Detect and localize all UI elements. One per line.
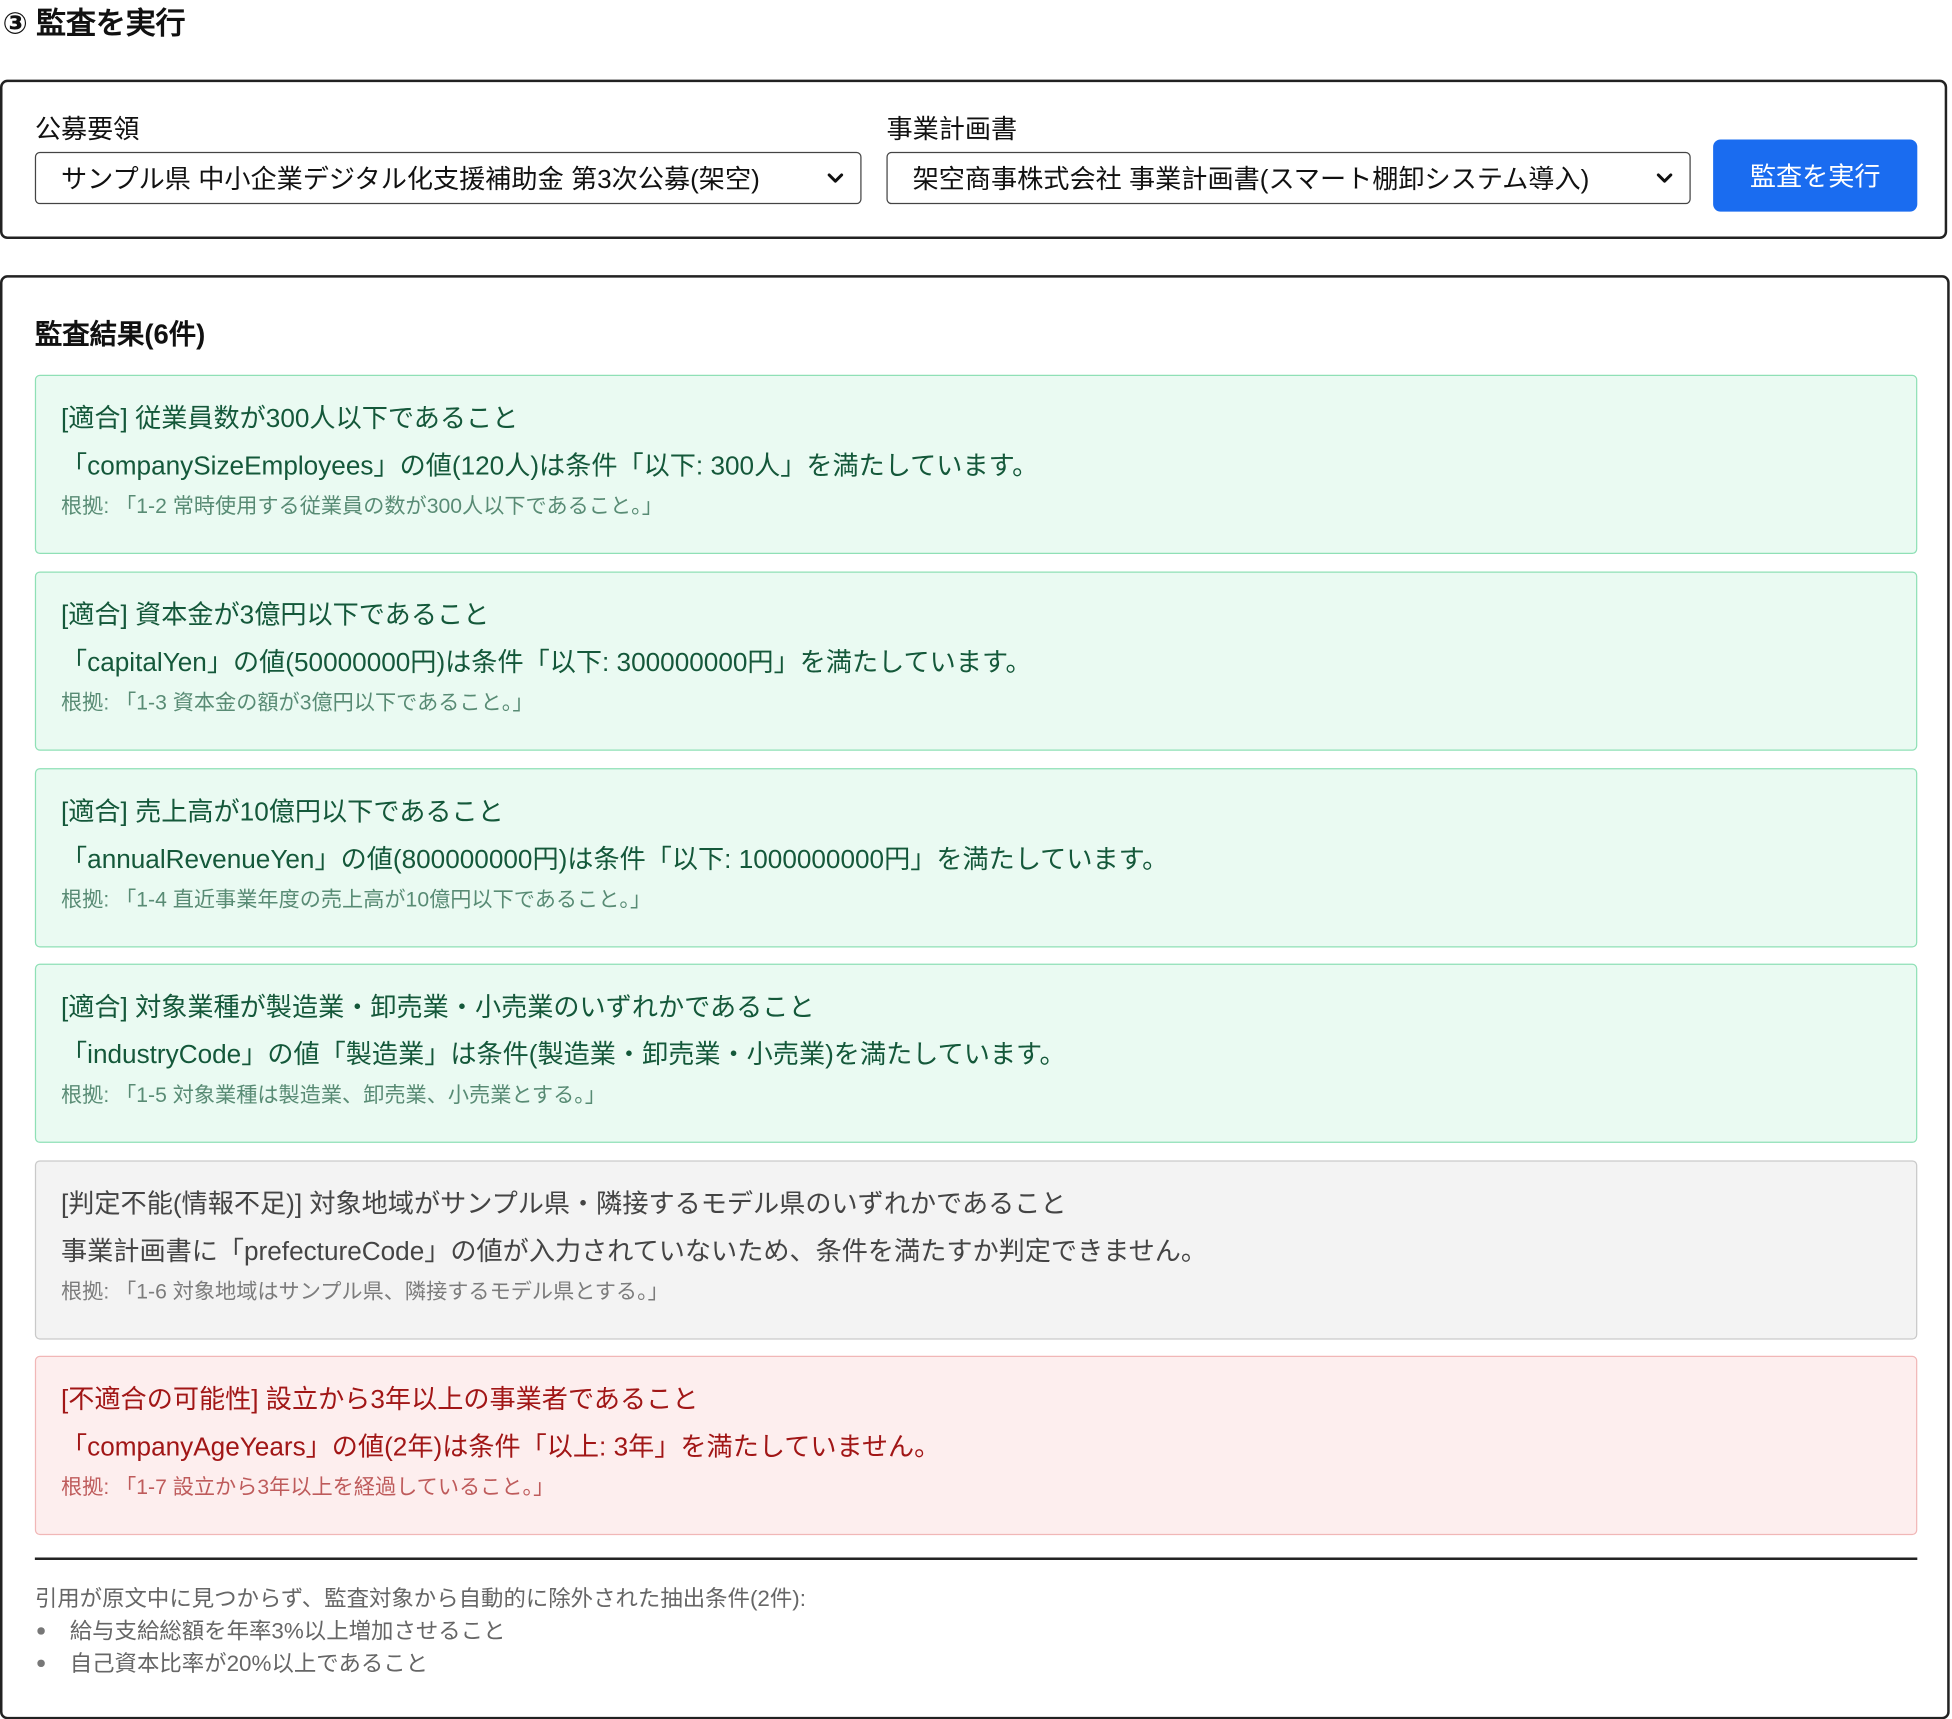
plan-select[interactable]: 架空商事株式会社 事業計画書(スマート棚卸システム導入) — [886, 151, 1691, 205]
result-basis: 根拠: 「1-7 設立から3年以上を経過していること。」 — [61, 1475, 555, 1499]
result-message: 「capitalYen」の値(50000000円)は条件「以下: 3000000… — [61, 648, 1032, 678]
results-title: 監査結果(6件) — [34, 318, 206, 350]
result-title: [不適合の可能性] 設立から3年以上の事業者であること — [61, 1385, 699, 1415]
result-title: [適合] 売上高が10億円以下であること — [61, 798, 504, 827]
result-basis: 根拠: 「1-3 資本金の額が3億円以下であること。」 — [61, 690, 534, 715]
guideline-select[interactable]: サンプル県 中小企業デジタル化支援補助金 第3次公募(架空) — [34, 151, 862, 205]
excluded-list: 給与支給総額を年率3%以上増加させること 自己資本比率が20%以上であること — [35, 1615, 806, 1680]
excluded-item-text: 自己資本比率が20%以上であること — [69, 1650, 429, 1676]
result-message: 「companyAgeYears」の値(2年)は条件「以上: 3年」を満たしてい… — [61, 1432, 941, 1462]
audit-page: ③ 監査を実行 公募要領 サンプル県 中小企業デジタル化支援補助金 第3次公募(… — [0, 0, 1952, 1719]
chevron-down-icon — [827, 173, 844, 183]
chevron-down-icon — [1656, 173, 1673, 183]
results-divider — [34, 1557, 1918, 1560]
result-basis: 根拠: 「1-4 直近事業年度の売上高が10億円以下であること。」 — [61, 887, 652, 912]
plan-label: 事業計画書 — [886, 115, 1018, 145]
result-title: [適合] 資本金が3億円以下であること — [61, 601, 490, 630]
run-audit-button[interactable]: 監査を実行 — [1713, 139, 1918, 212]
excluded-heading: 引用が原文中に見つからず、監査対象から自動的に除外された抽出条件(2件): — [34, 1586, 807, 1612]
guideline-label: 公募要領 — [34, 115, 140, 145]
result-card: [適合] 対象業種が製造業・卸売業・小売業のいずれかであること 「industr… — [34, 963, 1918, 1143]
audit-results-panel: 監査結果(6件) [適合] 従業員数が300人以下であること 「companyS… — [0, 275, 1950, 1719]
result-card: [適合] 売上高が10億円以下であること 「annualRevenueYen」の… — [34, 768, 1918, 948]
result-basis: 根拠: 「1-2 常時使用する従業員の数が300人以下であること。」 — [61, 494, 663, 518]
plan-field: 事業計画書 架空商事株式会社 事業計画書(スマート棚卸システム導入) — [886, 115, 1691, 205]
excluded-conditions: 引用が原文中に見つからず、監査対象から自動的に除外された抽出条件(2件): 給与… — [35, 1582, 806, 1679]
result-message: 「companySizeEmployees」の値(120人)は条件「以下: 30… — [61, 451, 1039, 481]
bullet-icon — [37, 1627, 45, 1635]
plan-select-value: 架空商事株式会社 事業計画書(スマート棚卸システム導入) — [912, 165, 1590, 195]
bullet-icon — [37, 1659, 45, 1668]
guideline-field: 公募要領 サンプル県 中小企業デジタル化支援補助金 第3次公募(架空) — [34, 115, 862, 205]
result-message: 「industryCode」の値「製造業」は条件(製造業・卸売業・小売業)を満た… — [61, 1040, 1066, 1070]
result-card: [適合] 資本金が3億円以下であること 「capitalYen」の値(50000… — [34, 571, 1918, 751]
result-title: [判定不能(情報不足)] 対象地域がサンプル県・隣接するモデル県のいずれかである… — [61, 1190, 1067, 1219]
result-card: [判定不能(情報不足)] 対象地域がサンプル県・隣接するモデル県のいずれかである… — [34, 1160, 1918, 1340]
audit-control-panel: 公募要領 サンプル県 中小企業デジタル化支援補助金 第3次公募(架空) 事業計画… — [0, 79, 1948, 240]
section-title: ③ 監査を実行 — [2, 7, 186, 42]
result-title: [適合] 対象業種が製造業・卸売業・小売業のいずれかであること — [61, 993, 815, 1023]
result-basis: 根拠: 「1-5 対象業種は製造業、卸売業、小売業とする。」 — [61, 1083, 606, 1107]
result-card: [適合] 従業員数が300人以下であること 「companySizeEmploy… — [34, 374, 1918, 555]
excluded-item: 給与支給総額を年率3%以上増加させること — [35, 1615, 806, 1647]
result-basis: 根拠: 「1-6 対象地域はサンプル県、隣接するモデル県とする。」 — [61, 1279, 669, 1304]
excluded-item: 自己資本比率が20%以上であること — [35, 1647, 806, 1679]
excluded-item-text: 給与支給総額を年率3%以上増加させること — [69, 1618, 506, 1644]
result-message: 事業計画書に「prefectureCode」の値が入力されていないため、条件を満… — [61, 1237, 1208, 1267]
result-title: [適合] 従業員数が300人以下であること — [61, 404, 519, 434]
result-card: [不適合の可能性] 設立から3年以上の事業者であること 「companyAgeY… — [34, 1355, 1918, 1536]
guideline-select-value: サンプル県 中小企業デジタル化支援補助金 第3次公募(架空) — [61, 165, 760, 195]
result-message: 「annualRevenueYen」の値(800000000円)は条件「以下: … — [61, 845, 1169, 874]
